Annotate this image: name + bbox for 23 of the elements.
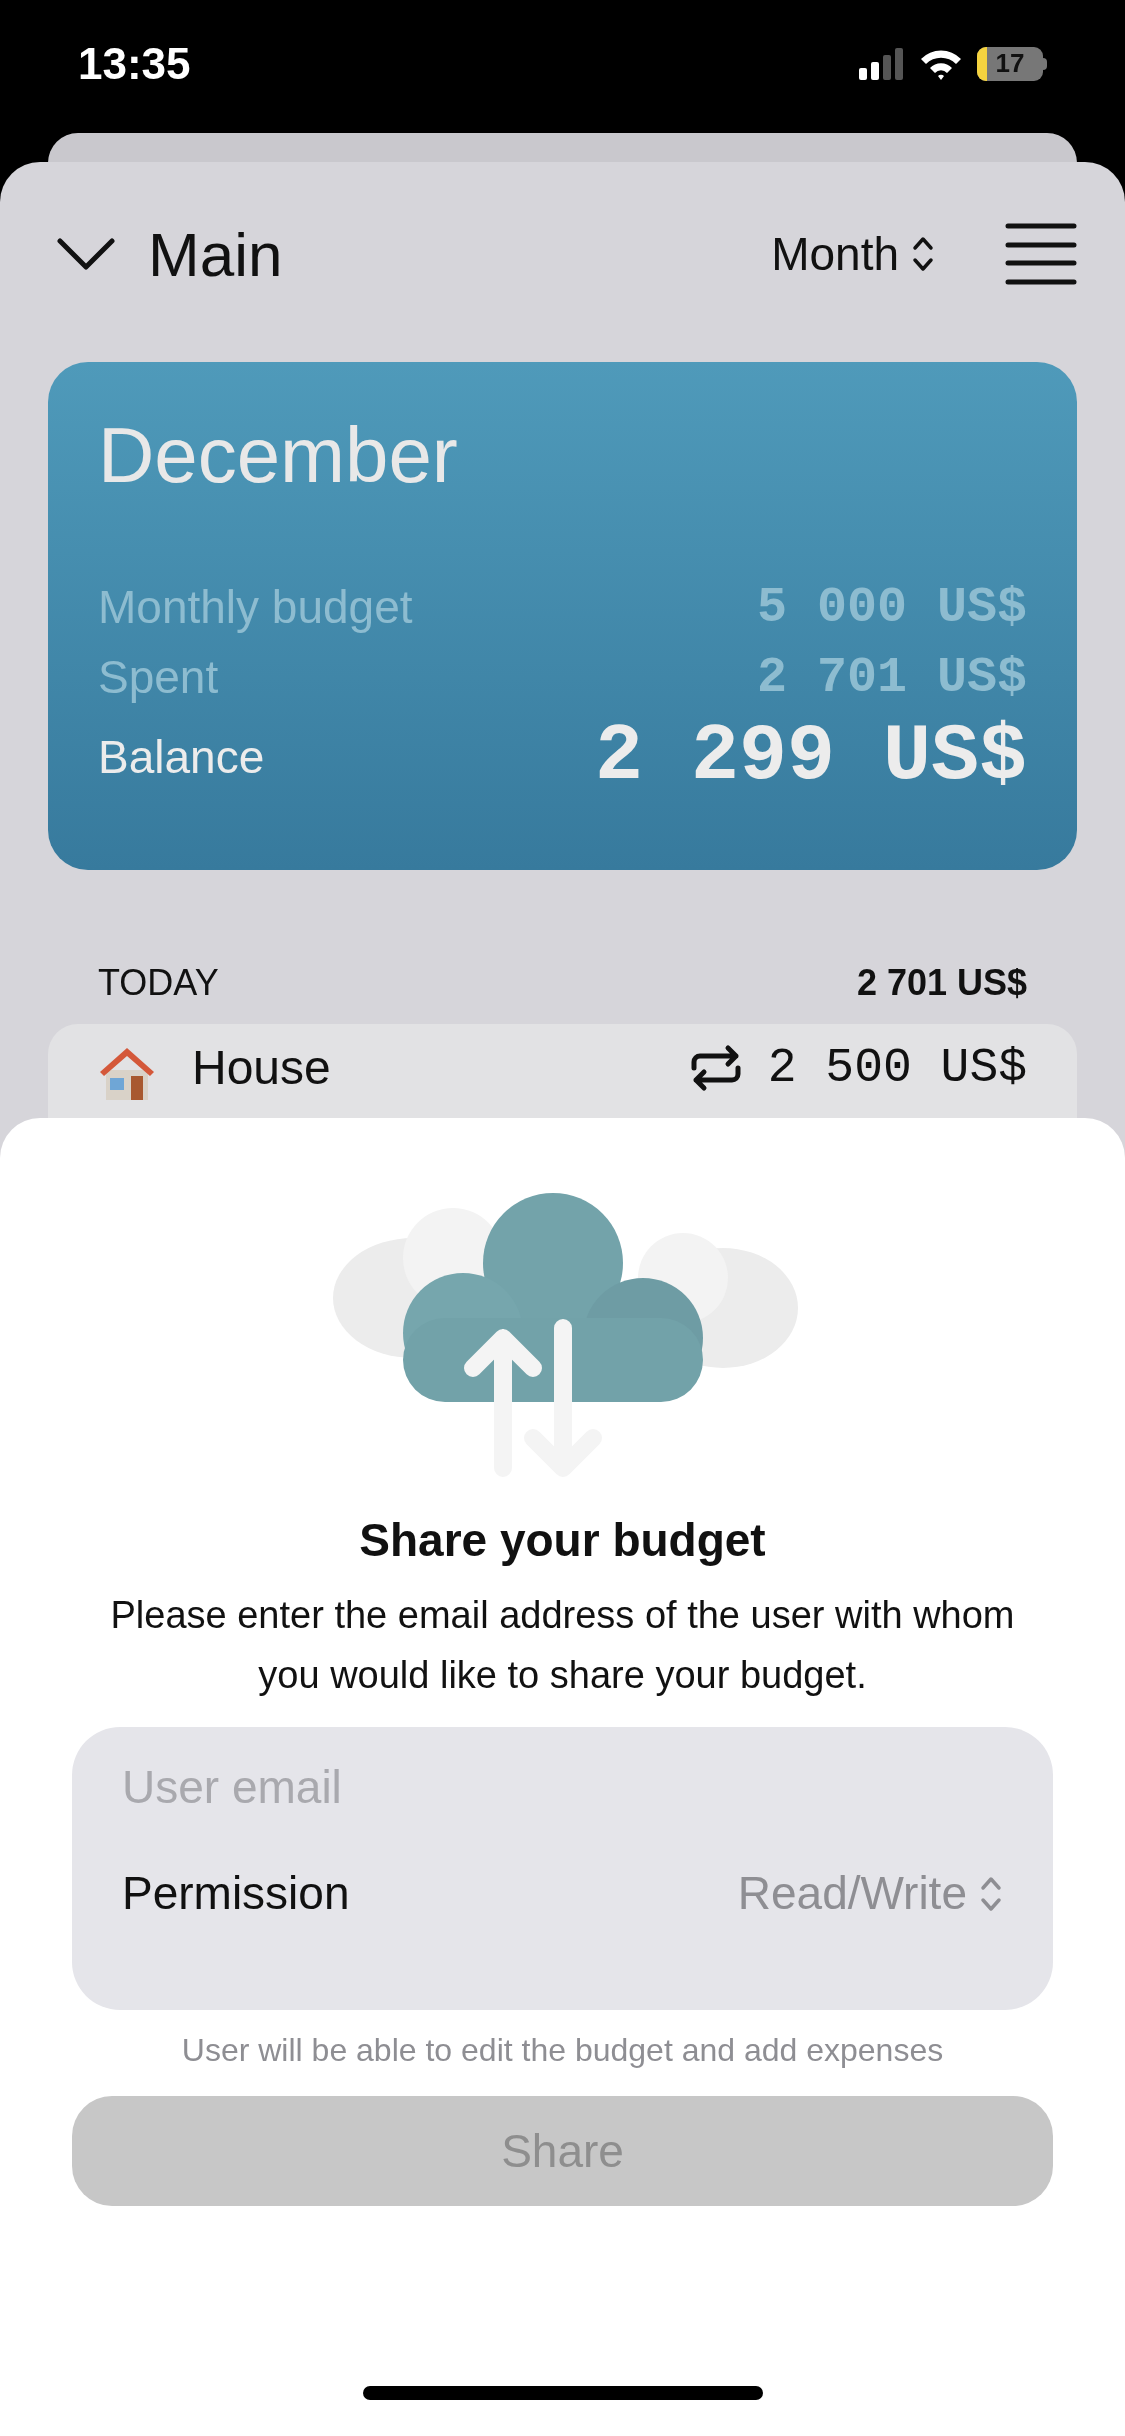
budget-title: Main [148,218,283,291]
permission-hint: User will be able to edit the budget and add expenses [181,2031,944,2070]
expense-name: House [192,1044,331,1092]
summary-label: Spent [98,649,219,705]
sheet-description: Please enter the email address of the user with whom you would like to share your budget. [109,1593,1016,1698]
summary-amount: 2 701 US$ [756,647,1027,708]
month-name: December [98,416,459,494]
section-label: TODAY [98,961,219,1005]
expense-amount: 2 500 US$ [767,1044,1027,1092]
updown-chevron-icon [911,234,935,274]
section-total: 2 701 US$ [856,961,1027,1005]
signal-icon [859,47,905,80]
permission-label: Permission [122,1866,350,1921]
summary-label: Monthly budget [98,579,413,635]
summary-amount: 5 000 US$ [756,577,1027,638]
period-selector[interactable]: Month [771,219,935,289]
menu-icon[interactable] [1005,223,1077,285]
chevron-down-icon[interactable] [56,237,116,271]
summary-amount: 2 299 US$ [594,710,1027,804]
status-time: 13:35 [78,37,191,90]
summary-label: Balance [98,729,265,785]
sheet-title: Share your budget [359,1513,766,1568]
email-field[interactable]: User email [122,1755,1003,1819]
